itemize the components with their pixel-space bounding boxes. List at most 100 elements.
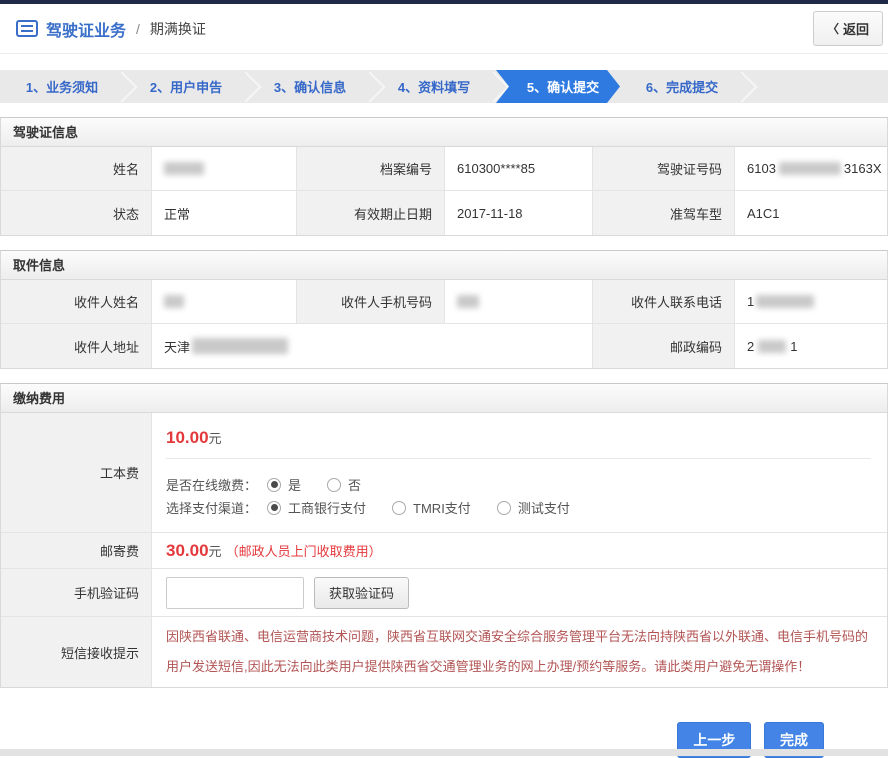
radio-online-no-label: 否 [348, 475, 361, 494]
radio-unchecked-icon[interactable] [497, 501, 511, 515]
step-label: 6、完成提交 [646, 77, 718, 96]
redacted-license-middle [779, 162, 841, 175]
sms-code-input[interactable] [166, 577, 304, 609]
recipient-address-value: 天津 [152, 324, 593, 368]
postal-code-suffix: 1 [790, 339, 797, 354]
name-label: 姓名 [1, 147, 152, 190]
production-fee-content: 10.00元 是否在线缴费： 是 否 选择支付渠道： 工商银行支付 [152, 413, 887, 532]
sms-code-content: 获取验证码 [152, 569, 887, 616]
production-fee-amount: 10.00 [166, 428, 209, 447]
step-label: 3、确认信息 [274, 77, 346, 96]
back-chevron-icon: 〈 [827, 20, 839, 37]
recipient-name-value [152, 280, 297, 323]
payment-channel-question-label: 选择支付渠道： [166, 498, 257, 517]
radio-channel-icbc-label: 工商银行支付 [288, 498, 366, 517]
step-2-user-declaration: 2、用户申告 [124, 70, 248, 103]
production-fee-label: 工本费 [1, 413, 152, 532]
breadcrumb-current: 期满换证 [150, 19, 206, 39]
redacted-postal-middle [758, 340, 786, 353]
step-label: 5、确认提交 [527, 77, 599, 96]
step-1-business-notice: 1、业务须知 [0, 70, 124, 103]
postal-code-prefix: 2 [747, 339, 754, 354]
status-value: 正常 [152, 191, 297, 235]
name-value [152, 147, 297, 190]
table-row: 收件人地址 天津 邮政编码 2 1 [1, 324, 887, 368]
license-info-section: 驾驶证信息 姓名 档案编号 610300****85 驾驶证号码 6103 31… [0, 117, 888, 236]
status-label: 状态 [1, 191, 152, 235]
step-6-complete-submit: 6、完成提交 [620, 70, 744, 103]
license-service-icon [16, 20, 38, 37]
license-number-suffix: 3163X [844, 161, 882, 176]
page-bottom-edge [0, 749, 888, 756]
postage-fee-amount: 30.00 [166, 541, 209, 561]
step-bar-filler [744, 70, 888, 103]
breadcrumb: 驾驶证业务 / 期满换证 [16, 17, 206, 41]
step-5-confirm-submit-active: 5、确认提交 [496, 70, 620, 103]
recipient-phone-label: 收件人联系电话 [593, 280, 735, 323]
radio-online-yes-label: 是 [288, 475, 301, 494]
page-header: 驾驶证业务 / 期满换证 〈 返回 [0, 4, 888, 54]
page-title: 驾驶证业务 [46, 17, 126, 41]
radio-channel-test[interactable]: 测试支付 [497, 498, 570, 517]
step-label: 4、资料填写 [398, 77, 470, 96]
breadcrumb-separator: / [136, 21, 140, 37]
sms-notice-label: 短信接收提示 [1, 617, 152, 687]
vehicle-type-value: A1C1 [735, 191, 887, 235]
recipient-mobile-value [445, 280, 593, 323]
redacted-name [164, 162, 204, 175]
sms-notice-text: 因陕西省联通、电信运营商技术问题，陕西省互联网交通安全综合服务管理平台无法向持陕… [152, 617, 887, 687]
expiry-date-label: 有效期止日期 [297, 191, 445, 235]
radio-channel-test-label: 测试支付 [518, 498, 570, 517]
license-number-label: 驾驶证号码 [593, 147, 735, 190]
step-label: 2、用户申告 [150, 77, 222, 96]
radio-channel-icbc[interactable]: 工商银行支付 [267, 498, 366, 517]
recipient-phone-value: 1 [735, 280, 887, 323]
postage-fee-row: 邮寄费 30.00元 （邮政人员上门收取费用） [1, 533, 887, 569]
table-row: 状态 正常 有效期止日期 2017-11-18 准驾车型 A1C1 [1, 191, 887, 235]
radio-checked-icon[interactable] [267, 501, 281, 515]
radio-channel-tmri-label: TMRI支付 [413, 498, 471, 517]
table-row: 收件人姓名 收件人手机号码 收件人联系电话 1 [1, 280, 887, 324]
get-code-button[interactable]: 获取验证码 [314, 577, 409, 609]
production-fee-unit: 元 [209, 431, 222, 446]
radio-checked-icon[interactable] [267, 478, 281, 492]
file-number-value: 610300****85 [445, 147, 593, 190]
pickup-info-section-title: 取件信息 [1, 251, 887, 280]
sms-code-row: 手机验证码 获取验证码 [1, 569, 887, 617]
redacted-recipient-address [192, 338, 288, 354]
step-label: 1、业务须知 [26, 77, 98, 96]
step-4-fill-data: 4、资料填写 [372, 70, 496, 103]
table-row: 姓名 档案编号 610300****85 驾驶证号码 6103 3163X [1, 147, 887, 191]
recipient-mobile-label: 收件人手机号码 [297, 280, 445, 323]
step-3-confirm-info: 3、确认信息 [248, 70, 372, 103]
license-number-prefix: 6103 [747, 161, 776, 176]
postage-fee-note: （邮政人员上门收取费用） [226, 541, 382, 560]
online-payment-question-label: 是否在线缴费： [166, 475, 257, 494]
postage-fee-unit: 元 [209, 541, 222, 560]
license-info-section-title: 驾驶证信息 [1, 118, 887, 147]
back-button-label: 返回 [843, 19, 869, 38]
radio-unchecked-icon[interactable] [392, 501, 406, 515]
vehicle-type-label: 准驾车型 [593, 191, 735, 235]
fee-section-title: 缴纳费用 [1, 384, 887, 413]
online-payment-question: 是否在线缴费： 是 否 [166, 475, 871, 494]
radio-unchecked-icon[interactable] [327, 478, 341, 492]
radio-online-no[interactable]: 否 [327, 475, 361, 494]
sms-notice-content: 因陕西省联通、电信运营商技术问题，陕西省互联网交通安全综合服务管理平台无法向持陕… [152, 617, 887, 687]
recipient-address-label: 收件人地址 [1, 324, 152, 368]
postal-code-label: 邮政编码 [593, 324, 735, 368]
payment-channel-question: 选择支付渠道： 工商银行支付 TMRI支付 测试支付 [166, 498, 871, 517]
sms-notice-row: 短信接收提示 因陕西省联通、电信运营商技术问题，陕西省互联网交通安全综合服务管理… [1, 617, 887, 687]
file-number-label: 档案编号 [297, 147, 445, 190]
radio-channel-tmri[interactable]: TMRI支付 [392, 498, 471, 517]
sms-code-label: 手机验证码 [1, 569, 152, 616]
back-button[interactable]: 〈 返回 [813, 11, 883, 46]
step-progress-bar: 1、业务须知 2、用户申告 3、确认信息 4、资料填写 5、确认提交 6、完成提… [0, 70, 888, 103]
divider [166, 458, 871, 459]
redacted-recipient-phone [756, 295, 814, 308]
license-number-value: 6103 3163X [735, 147, 887, 190]
recipient-address-prefix: 天津 [164, 337, 190, 356]
production-fee-amount-line: 10.00元 [166, 428, 871, 448]
radio-online-yes[interactable]: 是 [267, 475, 301, 494]
redacted-recipient-mobile [457, 295, 479, 308]
